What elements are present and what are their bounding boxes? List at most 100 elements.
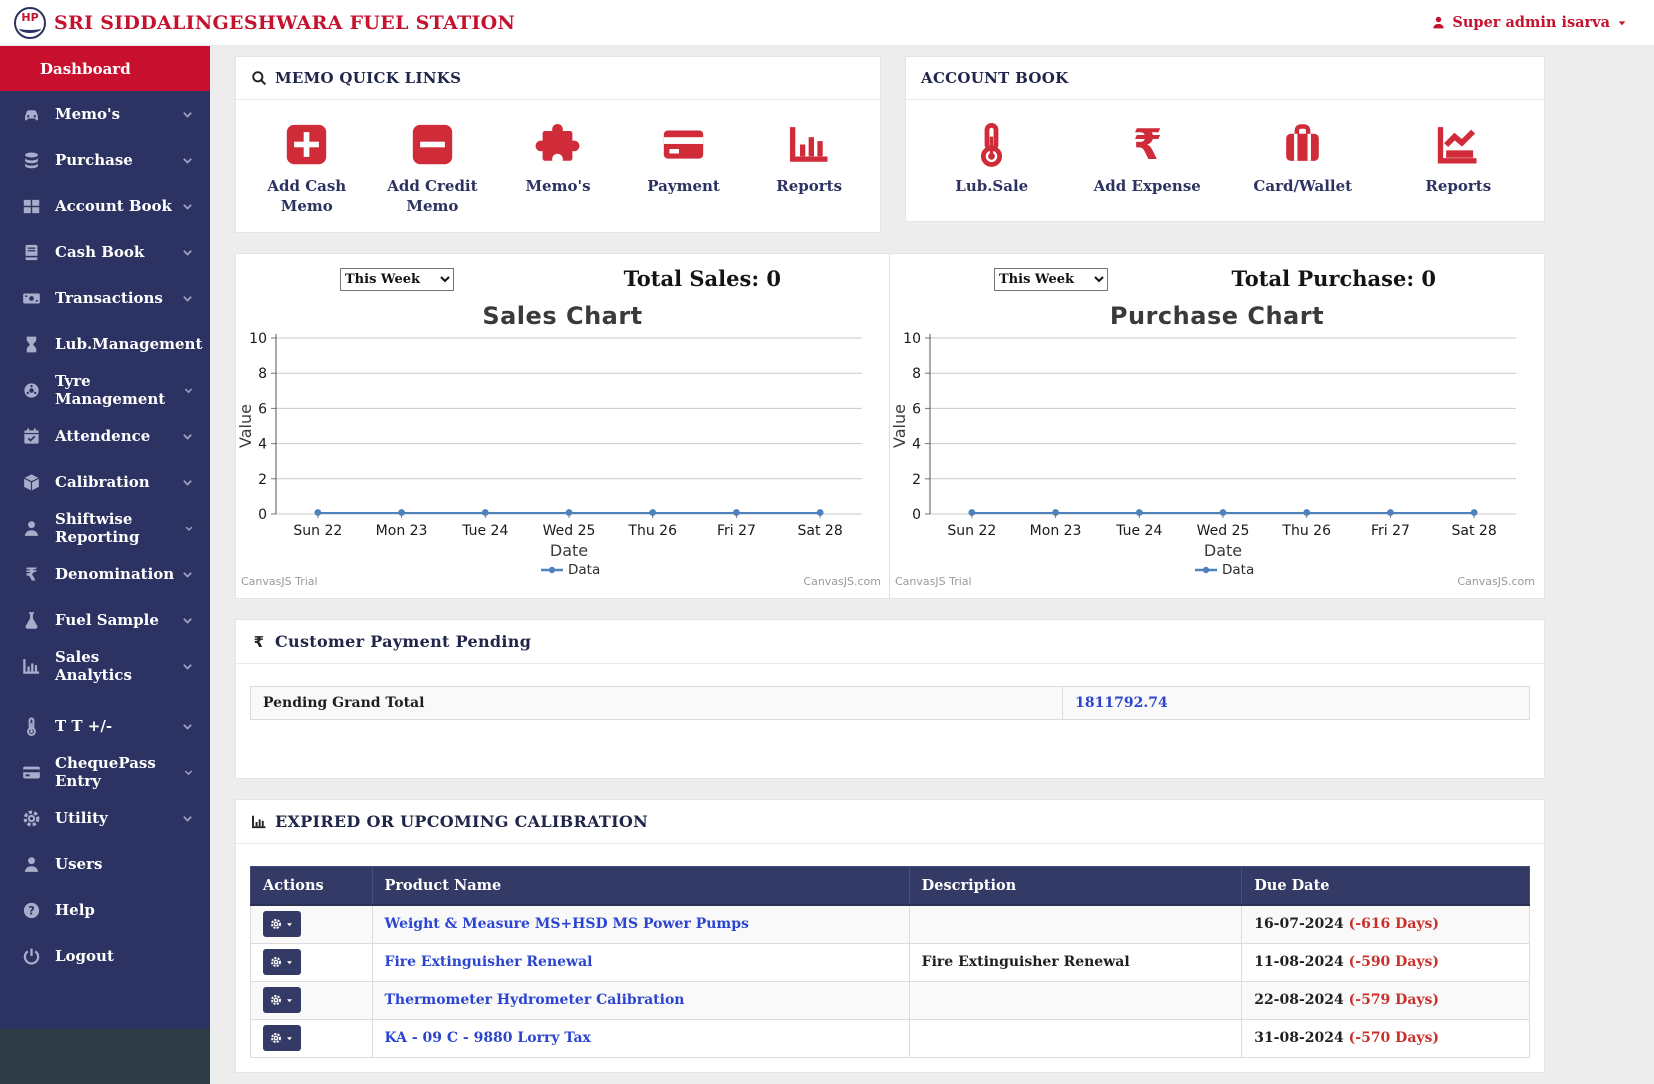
memo-quick-links-header: MEMO QUICK LINKS [236,57,880,100]
svg-text:4: 4 [912,437,921,453]
sidebar-item-fuel-sample[interactable]: Fuel Sample [0,597,210,643]
svg-text:10: 10 [903,332,921,347]
calibration-card: EXPIRED OR UPCOMING CALIBRATION Actions … [235,799,1545,1073]
sidebar-item-calibration[interactable]: Calibration [0,459,210,505]
sales-range-select[interactable]: This Week [340,268,454,291]
svg-text:Tue 24: Tue 24 [461,523,508,539]
sidebar-item-purchase[interactable]: Purchase [0,137,210,183]
briefcase-icon [1280,122,1325,167]
quick-link-card-wallet[interactable]: Card/Wallet [1243,122,1363,197]
car-icon [22,105,41,124]
sales-chart-controls: This Week Total Sales: 0 [236,268,889,300]
sidebar-item-users[interactable]: Users [0,841,210,887]
sidebar-item-label: Lub.Management [55,335,202,353]
caret-down-icon [1616,17,1628,29]
due-date-text: 16-07-2024 [1254,916,1348,932]
sidebar-item-sales-analytics[interactable]: Sales Analytics [0,643,210,689]
sidebar-nav: DashboardMemo's Purchase Account BookCash … [0,46,210,1029]
pending-table: Pending Grand Total 1811792.74 [250,686,1530,720]
sidebar-item-chequepass-entry[interactable]: ChequePass Entry [0,749,210,795]
credit-card-icon [661,122,706,167]
sidebar-item-help[interactable]: ?Help [0,887,210,933]
sidebar-item-label: Calibration [55,473,150,491]
cube-icon [22,473,41,492]
sidebar-item-label: Shiftwise Reporting [55,510,184,546]
quick-link-reports[interactable]: Reports [749,122,869,197]
rupee-icon: ₹ [251,634,267,650]
description-text: Fire Extinguisher Renewal [922,954,1130,970]
quick-link-label: Add Cash Memo [247,177,367,216]
purchase-chart-panel: This Week Total Purchase: 0 Purchase Cha… [890,254,1544,598]
sidebar-item-label: Sales Analytics [55,648,181,684]
sidebar-item-label: Purchase [55,151,133,169]
memo-quick-links-title: MEMO QUICK LINKS [275,69,461,87]
sidebar-item-account-book[interactable]: Account Book [0,183,210,229]
pending-grand-total-value[interactable]: 1811792.74 [1063,687,1530,720]
sidebar-item-tyre-management[interactable]: Tyre Management [0,367,210,413]
quick-link-add-expense[interactable]: ₹Add Expense [1087,122,1207,197]
customer-payment-pending-card: ₹ Customer Payment Pending Pending Grand… [235,619,1545,779]
sidebar-item-denomination[interactable]: ₹Denomination [0,551,210,597]
quick-link-add-credit-memo[interactable]: Add Credit Memo [372,122,492,216]
product-name-link[interactable]: Thermometer Hydrometer Calibration [385,992,685,1008]
sidebar-item-memo-s[interactable]: Memo's [0,91,210,137]
svg-text:Thu 26: Thu 26 [1281,523,1331,539]
svg-text:6: 6 [258,401,267,417]
quick-link-lub-sale[interactable]: Lub.Sale [932,122,1052,197]
sidebar-item-cash-book[interactable]: Cash Book [0,229,210,275]
svg-text:Value: Value [236,404,255,448]
calendar-check-icon [22,427,41,446]
sidebar-item-label: ChequePass Entry [55,754,183,790]
svg-text:₹: ₹ [1133,122,1162,167]
main-content: MEMO QUICK LINKS Add Cash MemoAdd Credit… [210,46,1654,1084]
description-cell [909,905,1242,943]
product-name-link[interactable]: KA - 09 C - 9880 Lorry Tax [385,1030,591,1046]
quick-link-label: Memo's [525,177,590,197]
row-actions-button[interactable] [263,1025,301,1051]
sidebar-item-attendence[interactable]: Attendence [0,413,210,459]
svg-text:CanvasJS.com: CanvasJS.com [803,575,881,588]
user-icon [22,855,41,874]
purchase-range-select[interactable]: This Week [994,268,1108,291]
quick-link-memo-s[interactable]: Memo's [498,122,618,197]
quick-link-reports[interactable]: Reports [1398,122,1518,197]
svg-text:Sun 22: Sun 22 [947,523,996,539]
app-title: SRI SIDDALINGESHWARA FUEL STATION [54,12,515,34]
quick-link-payment[interactable]: Payment [624,122,744,197]
svg-text:Data: Data [568,562,600,578]
row-actions-button[interactable] [263,911,301,937]
total-purchase-label: Total Purchase: 0 [1232,266,1436,291]
due-date-text: 11-08-2024 [1254,954,1348,970]
calibration-row: Fire Extinguisher Renewal Fire Extinguish… [251,943,1530,981]
product-name-link[interactable]: Fire Extinguisher Renewal [385,954,593,970]
gear-icon [270,918,282,930]
book-icon [22,243,41,262]
row-actions-button[interactable] [263,987,301,1013]
svg-text:6: 6 [912,401,921,417]
svg-text:₹: ₹ [25,565,37,584]
user-menu[interactable]: Super admin isarva [1431,14,1628,31]
sidebar-item-logout[interactable]: Logout [0,933,210,979]
quick-link-add-cash-memo[interactable]: Add Cash Memo [247,122,367,216]
column-product-name: Product Name [372,867,909,906]
sidebar-item-dashboard[interactable]: Dashboard [0,46,210,91]
flask-icon [22,611,41,630]
row-actions-button[interactable] [263,949,301,975]
user-icon [22,519,41,538]
question-circle-icon: ? [22,901,41,920]
sidebar-item-t-t[interactable]: T T +/- [0,703,210,749]
minus-square-icon [410,122,455,167]
sidebar-item-utility[interactable]: Utility [0,795,210,841]
sidebar-item-lub-management[interactable]: Lub.Management [0,321,210,367]
due-date-text: 31-08-2024 [1254,1030,1348,1046]
sidebar-item-shiftwise-reporting[interactable]: Shiftwise Reporting [0,505,210,551]
sidebar-item-label: Attendence [55,427,150,445]
due-date-cell: 22-08-2024 (-579 Days) [1242,981,1530,1019]
tyre-icon [22,381,41,400]
chevron-down-icon [181,568,194,581]
pending-grand-total-label: Pending Grand Total [251,687,1063,720]
product-name-link[interactable]: Weight & Measure MS+HSD MS Power Pumps [385,916,749,932]
sidebar-item-transactions[interactable]: Transactions [0,275,210,321]
sidebar-item-label: T T +/- [55,717,112,735]
quick-link-label: Add Credit Memo [372,177,492,216]
